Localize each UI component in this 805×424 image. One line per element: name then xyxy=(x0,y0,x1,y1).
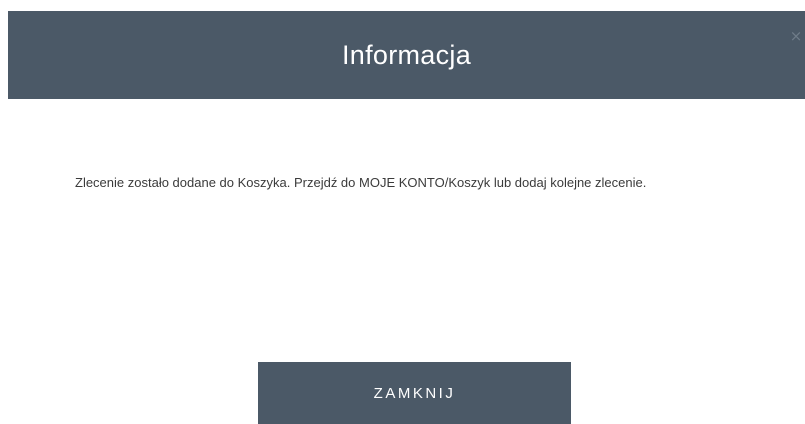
dialog-title: Informacja xyxy=(341,39,472,70)
info-dialog: Informacja × Zlecenie zostało dodane do … xyxy=(0,0,805,424)
close-icon[interactable]: × xyxy=(789,28,803,44)
dialog-message: Zlecenie zostało dodane do Koszyka. Prze… xyxy=(75,175,647,190)
close-button[interactable]: ZAMKNIJ xyxy=(258,362,571,424)
dialog-body: Zlecenie zostało dodane do Koszyka. Prze… xyxy=(75,172,755,193)
dialog-header: Informacja xyxy=(8,11,805,99)
